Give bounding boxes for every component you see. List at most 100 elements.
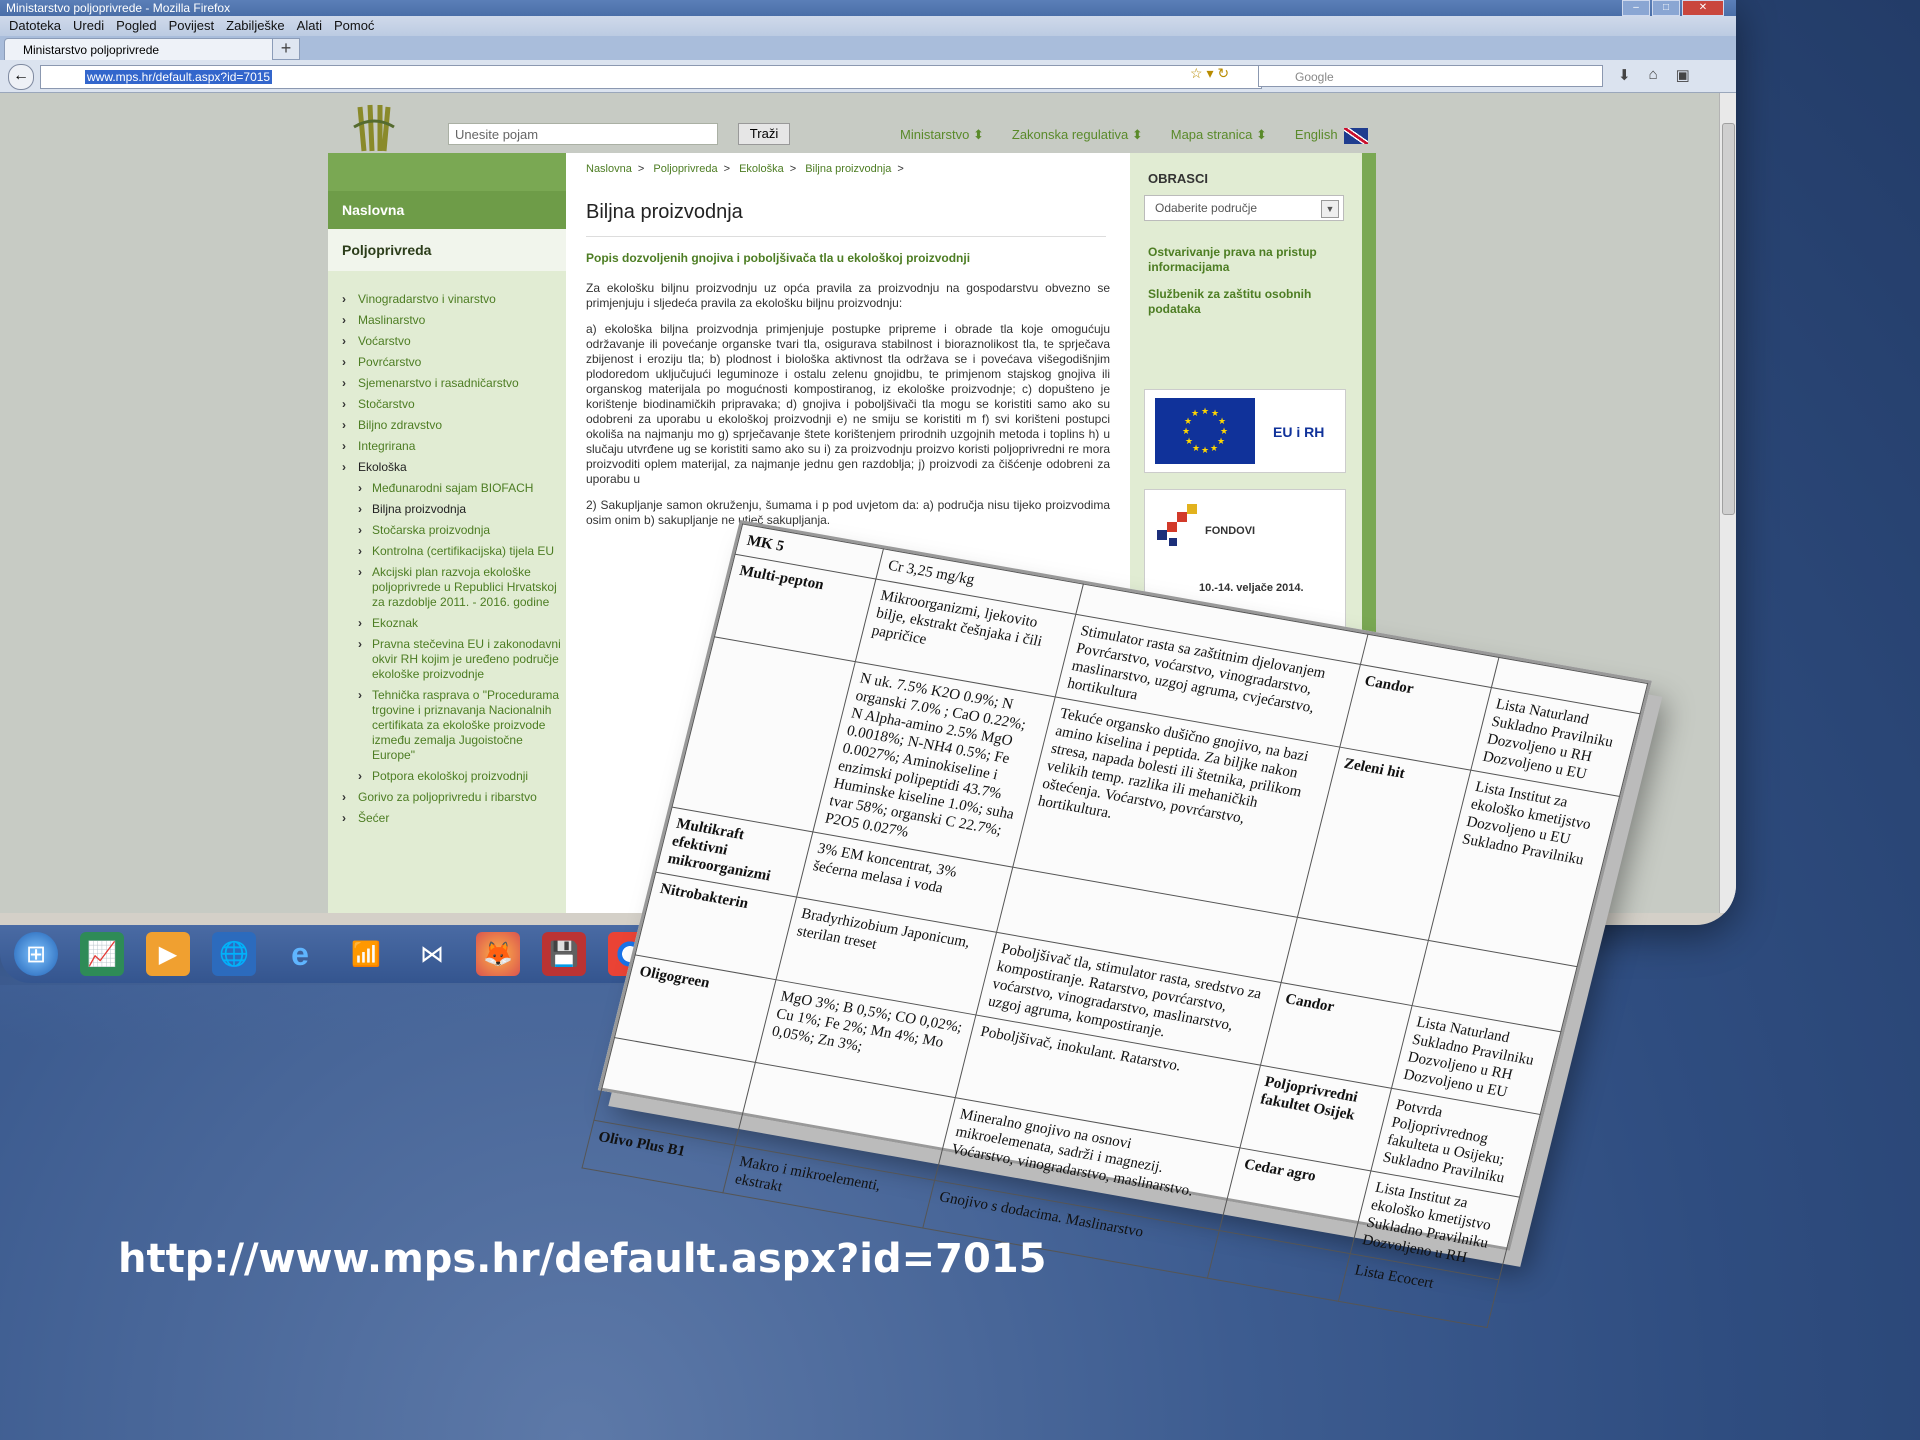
footer-url[interactable]: http://www.mps.hr/default.aspx?id=7015 xyxy=(118,1236,1046,1282)
breadcrumb-separator: > xyxy=(789,163,797,175)
nav-item[interactable]: Vinogradarstvo i vinarstvo xyxy=(328,289,566,310)
svg-text:★: ★ xyxy=(1210,443,1218,453)
media-player-icon[interactable]: ▶ xyxy=(146,932,190,976)
chart-app-icon[interactable]: 📈 xyxy=(80,932,124,976)
nav-list: Vinogradarstvo i vinarstvo Maslinarstvo … xyxy=(328,289,566,829)
left-navigation: Naslovna Poljoprivreda Vinogradarstvo i … xyxy=(328,153,566,913)
breadcrumb: Naslovna > Poljoprivreda > Ekološka > Biljn… xyxy=(586,163,910,175)
menu-view[interactable]: Pogled xyxy=(111,16,161,36)
funds-banner-label: FONDOVI xyxy=(1205,525,1256,537)
svg-text:★: ★ xyxy=(1201,406,1209,416)
breadcrumb-separator: > xyxy=(897,163,904,175)
scrollbar-thumb[interactable] xyxy=(1722,123,1735,515)
vertical-scrollbar[interactable] xyxy=(1719,93,1736,913)
maximize-button[interactable]: □ xyxy=(1652,0,1680,16)
svg-text:★: ★ xyxy=(1220,426,1228,436)
nav-item[interactable]: Stočarstvo xyxy=(328,394,566,415)
nav-item[interactable]: Gorivo za poljoprivredu i ribarstvo xyxy=(328,787,566,808)
nav-item[interactable]: Šećer xyxy=(328,808,566,829)
internet-explorer-icon[interactable]: e xyxy=(278,932,322,976)
bow-icon[interactable]: ⋈ xyxy=(410,932,454,976)
nav-item[interactable]: Voćarstvo xyxy=(328,331,566,352)
nav-legislation-label: Zakonska regulativa xyxy=(1011,127,1129,142)
paragraph: 2) Sakupljanje samon okruženju, šumama i… xyxy=(586,498,1110,527)
addon-icon[interactable]: ▣ xyxy=(1676,66,1690,84)
nav-item[interactable]: Sjemenarstvo i rasadničarstvo xyxy=(328,373,566,394)
breadcrumb-separator: > xyxy=(723,163,730,175)
firefox-icon[interactable]: 🦊 xyxy=(476,932,520,976)
home-icon[interactable]: ⌂ xyxy=(1649,66,1658,84)
nav-subitem[interactable]: Akcijski plan razvoja ekološke poljopriv… xyxy=(328,562,566,613)
eu-flag-icon: ★ ★★★ ★★★★ ★★★★ xyxy=(1155,398,1255,464)
nav-ministry-label: Ministarstvo xyxy=(900,127,970,142)
nav-subitem[interactable]: Ekoznak xyxy=(328,613,566,634)
download-icon[interactable]: ⬇ xyxy=(1618,66,1631,84)
save-icon[interactable]: 💾 xyxy=(542,932,586,976)
nav-section-title: Poljoprivreda xyxy=(328,229,566,271)
breadcrumb-item[interactable]: Poljoprivreda xyxy=(653,163,717,175)
window-title: Ministarstvo poljoprivrede - Mozilla Fir… xyxy=(6,1,231,15)
nav-subitem-active[interactable]: Biljna proizvodnja xyxy=(328,499,566,520)
nav-ministry[interactable]: Ministarstvo ⬍ xyxy=(900,127,984,144)
nav-item[interactable]: Integrirana xyxy=(328,436,566,457)
tab-strip: Ministarstvo poljoprivrede + xyxy=(0,36,1736,60)
svg-text:★: ★ xyxy=(1191,408,1199,418)
back-arrow-icon[interactable]: ← xyxy=(8,64,34,90)
paragraph: Za ekološku biljnu proizvodnju uz opća p… xyxy=(586,281,1110,310)
page-title: Biljna proizvodnja xyxy=(586,201,1106,237)
breadcrumb-item[interactable]: Ekološka xyxy=(739,163,784,175)
area-select[interactable]: Odaberite područje ▼ xyxy=(1144,195,1344,221)
left-nav-header xyxy=(328,153,566,191)
nav-item-active[interactable]: Ekološka xyxy=(328,457,566,478)
breadcrumb-item[interactable]: Biljna proizvodnja xyxy=(805,163,891,175)
minimize-button[interactable]: – xyxy=(1622,0,1650,16)
browser-tab[interactable]: Ministarstvo poljoprivrede xyxy=(4,38,298,60)
nav-sitemap[interactable]: Mapa stranica ⬍ xyxy=(1171,127,1267,144)
site-search-input[interactable]: Unesite pojam xyxy=(448,123,718,145)
nav-subitem[interactable]: Pravna stečevina EU i zakonodavni okvir … xyxy=(328,634,566,685)
menu-help[interactable]: Pomoć xyxy=(329,16,379,36)
nav-subitem[interactable]: Tehnička rasprava o "Procedurama trgovin… xyxy=(328,685,566,766)
svg-text:★: ★ xyxy=(1217,436,1225,446)
info-access-link[interactable]: Ostvarivanje prava na pristup informacij… xyxy=(1148,245,1344,275)
paragraph: a) ekološka biljna proizvodnja primjenju… xyxy=(586,322,1110,486)
globe-icon[interactable]: 🌐 xyxy=(212,932,256,976)
nav-subitem[interactable]: Stočarska proizvodnja xyxy=(328,520,566,541)
forms-heading: OBRASCI xyxy=(1148,171,1208,186)
nav-home[interactable]: Naslovna xyxy=(328,191,566,229)
svg-text:★: ★ xyxy=(1185,436,1193,446)
funds-banner-date: 10.-14. veljače 2014. xyxy=(1199,582,1304,594)
menu-edit[interactable]: Uredi xyxy=(68,16,109,36)
menu-tools[interactable]: Alati xyxy=(292,16,327,36)
chevron-down-icon[interactable]: ▼ xyxy=(1321,200,1339,218)
privacy-officer-link[interactable]: Službenik za zaštitu osobnih podataka xyxy=(1148,287,1344,317)
start-icon[interactable]: ⊞ xyxy=(14,932,58,976)
menu-history[interactable]: Povijest xyxy=(164,16,220,36)
menu-bookmarks[interactable]: Zabilješke xyxy=(221,16,290,36)
address-bar[interactable]: www.mps.hr/default.aspx?id=7015 xyxy=(40,65,1262,89)
table-cell-composition: N uk. 7.5% K2O 0.9%; N organski 7.0% ; C… xyxy=(813,661,1056,868)
nav-subitem[interactable]: Kontrolna (certifikacijska) tijela EU xyxy=(328,541,566,562)
page-subtitle[interactable]: Popis dozvoljenih gnojiva i poboljšivača… xyxy=(586,251,970,265)
uk-flag-icon xyxy=(1343,127,1368,144)
search-input[interactable]: Google xyxy=(1258,65,1603,87)
new-tab-button[interactable]: + xyxy=(272,38,300,60)
breadcrumb-item[interactable]: Naslovna xyxy=(586,163,632,175)
nav-item[interactable]: Maslinarstvo xyxy=(328,310,566,331)
wifi-icon[interactable]: 📶 xyxy=(344,932,388,976)
close-button[interactable]: ✕ xyxy=(1682,0,1724,16)
nav-legislation[interactable]: Zakonska regulativa ⬍ xyxy=(1012,127,1143,144)
ministry-logo-icon xyxy=(353,104,395,152)
url-text: www.mps.hr/default.aspx?id=7015 xyxy=(85,70,273,84)
eu-banner[interactable]: ★ ★ ★ ★ ★ ★ ★ ★ ★ ★ ★ ★ EU i RH xyxy=(1144,389,1346,473)
bookmark-star-icon[interactable]: ☆ ▾ ↻ xyxy=(1190,65,1229,82)
nav-subitem[interactable]: Potpora ekološkoj proizvodnji xyxy=(328,766,566,787)
eu-banner-label: EU i RH xyxy=(1273,424,1325,440)
menu-file[interactable]: Datoteka xyxy=(4,16,66,36)
nav-item[interactable]: Biljno zdravstvo xyxy=(328,415,566,436)
top-navigation: Ministarstvo ⬍ Zakonska regulativa ⬍ Map… xyxy=(900,127,1368,144)
site-search-button[interactable]: Traži xyxy=(738,123,790,145)
nav-item[interactable]: Povrćarstvo xyxy=(328,352,566,373)
nav-subitem[interactable]: Međunarodni sajam BIOFACH xyxy=(328,478,566,499)
nav-english[interactable]: English xyxy=(1295,127,1368,144)
